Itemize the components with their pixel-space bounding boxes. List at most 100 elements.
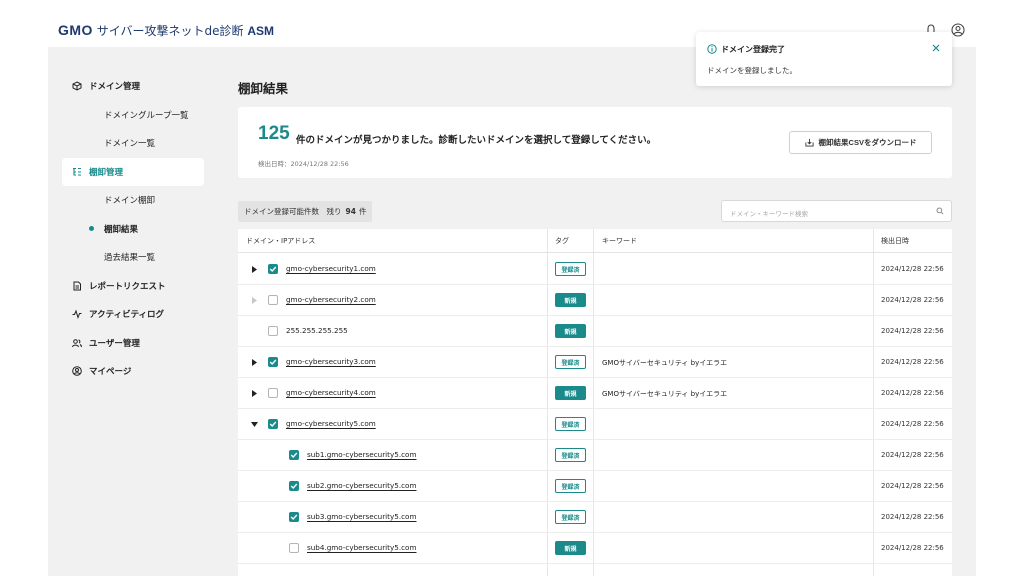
domain-link[interactable]: gmo-cybersecurity4.com [286, 388, 376, 397]
domain-link[interactable]: gmo-cybersecurity5.com [286, 419, 376, 428]
detected-date-cell: 2024/12/28 22:56 [881, 296, 944, 304]
row-checkbox[interactable] [268, 388, 278, 398]
row-checkbox[interactable] [289, 543, 299, 553]
sidebar-item-label: ユーザー管理 [89, 338, 140, 349]
sidebar-item-label: 棚卸管理 [89, 167, 124, 178]
domain-link[interactable]: sub4.gmo-cybersecurity5.com [307, 543, 416, 552]
keyword-cell: GMOサイバーセキュリティ byイエラエ [602, 359, 728, 367]
search-input[interactable] [722, 204, 922, 224]
results-table: ドメイン・IPアドレス タグ キーワード 検出日時 gmo-cybersecur… [238, 229, 952, 576]
tree-icon [73, 167, 81, 176]
sidebar-item-domain-inventory[interactable]: ドメイン棚卸 [62, 186, 204, 215]
sidebar-item-user-management[interactable]: ユーザー管理 [62, 329, 204, 358]
search-icon[interactable] [936, 207, 944, 215]
sidebar-item-label: 棚卸結果 [104, 224, 139, 235]
table-row[interactable]: gmo-cybersecurity3.com 登録済 GMOサイバーセキュリティ… [238, 347, 952, 378]
detected-date-cell: 2024/12/28 22:56 [881, 544, 944, 552]
keyword-cell: GMOサイバーセキュリティ byイエラエ [602, 390, 728, 398]
detected-date-cell: 2024/12/28 22:56 [881, 513, 944, 521]
sidebar-item-report-request[interactable]: レポートリクエスト [62, 272, 204, 301]
sidebar-item-inventory-results[interactable]: 棚卸結果 [62, 215, 204, 244]
sidebar-item-label: ドメイン一覧 [104, 139, 156, 150]
close-icon[interactable] [931, 43, 941, 53]
download-csv-button[interactable]: 棚卸結果CSVをダウンロード [789, 131, 932, 154]
sidebar-item-label: ドメイン管理 [89, 82, 141, 93]
logo-gmo: GMO [58, 22, 93, 38]
tag-badge: 登録済 [555, 262, 586, 276]
sidebar-item-label: ドメイングループ一覧 [104, 110, 189, 121]
detected-date-cell: 2024/12/28 22:56 [881, 265, 944, 273]
sidebar-item-domain-management[interactable]: ドメイン管理 [62, 72, 204, 101]
document-icon [73, 281, 81, 291]
expand-arrow-icon[interactable] [250, 389, 259, 398]
tag-badge: 新規 [555, 293, 586, 307]
sidebar-item-inventory-management[interactable]: 棚卸管理 [62, 157, 204, 186]
sidebar: ドメイン管理 ドメイングループ一覧 ドメイン一覧 棚卸管理 ドメイン棚卸 棚卸結… [62, 72, 204, 386]
expand-arrow-icon[interactable] [250, 296, 259, 305]
expand-arrow-icon[interactable] [250, 358, 259, 367]
tag-badge: 新規 [555, 324, 586, 338]
summary-card: 125 件のドメインが見つかりました。診断したいドメインを選択して登録してくださ… [238, 107, 952, 178]
search-box [721, 200, 952, 224]
expand-arrow-icon[interactable] [250, 265, 259, 274]
row-checkbox[interactable] [268, 357, 278, 367]
remaining-value: 94 [345, 207, 356, 216]
tag-badge: 新規 [555, 541, 586, 555]
users-icon [72, 338, 82, 347]
remaining-label: ドメイン登録可能件数 残り [244, 207, 342, 216]
row-checkbox[interactable] [268, 326, 278, 336]
result-message: 件のドメインが見つかりました。診断したいドメインを選択して登録してください。 [296, 135, 657, 146]
sidebar-item-domain-groups[interactable]: ドメイングループ一覧 [62, 101, 204, 130]
sidebar-item-label: アクティビティログ [89, 310, 165, 321]
sidebar-item-domain-list[interactable]: ドメイン一覧 [62, 129, 204, 158]
domain-link[interactable]: sub1.gmo-cybersecurity5.com [307, 450, 416, 459]
cube-icon [72, 81, 82, 91]
table-row[interactable]: gmo-cybersecurity1.com 登録済 2024/12/28 22… [238, 254, 952, 285]
remaining-unit: 件 [358, 207, 367, 216]
detected-datetime: 検出日時：2024/12/28 22:56 [258, 160, 349, 168]
domain-link[interactable]: gmo-cybersecurity2.com [286, 295, 376, 304]
toast-title: ドメイン登録完了 [721, 45, 785, 54]
domain-link[interactable]: gmo-cybersecurity3.com [286, 357, 376, 366]
row-checkbox[interactable] [268, 419, 278, 429]
table-row[interactable]: gmo-cybersecurity2.com 新規 2024/12/28 22:… [238, 285, 952, 316]
table-subrow[interactable]: sub2.gmo-cybersecurity5.com 登録済 2024/12/… [238, 471, 952, 502]
row-checkbox[interactable] [289, 512, 299, 522]
sidebar-item-past-results[interactable]: 過去結果一覧 [62, 243, 204, 272]
logo-text: サイバー攻撃ネットde診断 [96, 24, 244, 38]
domain-link[interactable]: gmo-cybersecurity1.com [286, 264, 376, 273]
sidebar-item-label: ドメイン棚卸 [104, 196, 156, 207]
app-logo[interactable]: GMO サイバー攻撃ネットde診断 ASM [58, 22, 274, 39]
sidebar-item-label: マイページ [89, 367, 132, 378]
table-subrow[interactable]: sub1.gmo-cybersecurity5.com 登録済 2024/12/… [238, 440, 952, 471]
remaining-count-badge: ドメイン登録可能件数 残り 94 件 [238, 201, 373, 222]
detected-date-cell: 2024/12/28 22:56 [881, 451, 944, 459]
table-subrow[interactable]: sub3.gmo-cybersecurity5.com 登録済 2024/12/… [238, 502, 952, 533]
domain-link[interactable]: sub2.gmo-cybersecurity5.com [307, 481, 416, 490]
account-icon[interactable] [951, 22, 967, 38]
row-checkbox[interactable] [289, 481, 299, 491]
column-header-date[interactable]: 検出日時 [881, 229, 909, 253]
sidebar-item-label: 過去結果一覧 [104, 253, 156, 264]
sidebar-item-activity-log[interactable]: アクティビティログ [62, 300, 204, 329]
sidebar-item-my-page[interactable]: マイページ [62, 357, 204, 386]
table-subrow[interactable]: sub4.gmo-cybersecurity5.com 新規 2024/12/2… [238, 533, 952, 564]
info-icon [707, 44, 717, 54]
table-row[interactable]: gmo-cybersecurity5.com 登録済 2024/12/28 22… [238, 409, 952, 440]
table-row[interactable]: 255.255.255.255 新規 2024/12/28 22:56 [238, 316, 952, 347]
tag-badge: 登録済 [555, 479, 586, 493]
row-checkbox[interactable] [268, 295, 278, 305]
row-checkbox[interactable] [268, 264, 278, 274]
column-header-domain[interactable]: ドメイン・IPアドレス [246, 229, 315, 253]
detected-date-cell: 2024/12/28 22:56 [881, 327, 944, 335]
tag-badge: 新規 [555, 386, 586, 400]
collapse-arrow-icon[interactable] [250, 420, 259, 429]
column-header-keyword[interactable]: キーワード [602, 229, 637, 253]
user-circle-icon [72, 366, 82, 377]
table-row[interactable]: gmo-cybersecurity4.com 新規 GMOサイバーセキュリティ … [238, 378, 952, 409]
row-checkbox[interactable] [289, 450, 299, 460]
column-header-tag[interactable]: タグ [555, 229, 569, 253]
domain-link[interactable]: sub3.gmo-cybersecurity5.com [307, 512, 416, 521]
toast-notification: ドメイン登録完了 ドメインを登録しました。 [696, 32, 952, 86]
tag-badge: 登録済 [555, 355, 586, 369]
